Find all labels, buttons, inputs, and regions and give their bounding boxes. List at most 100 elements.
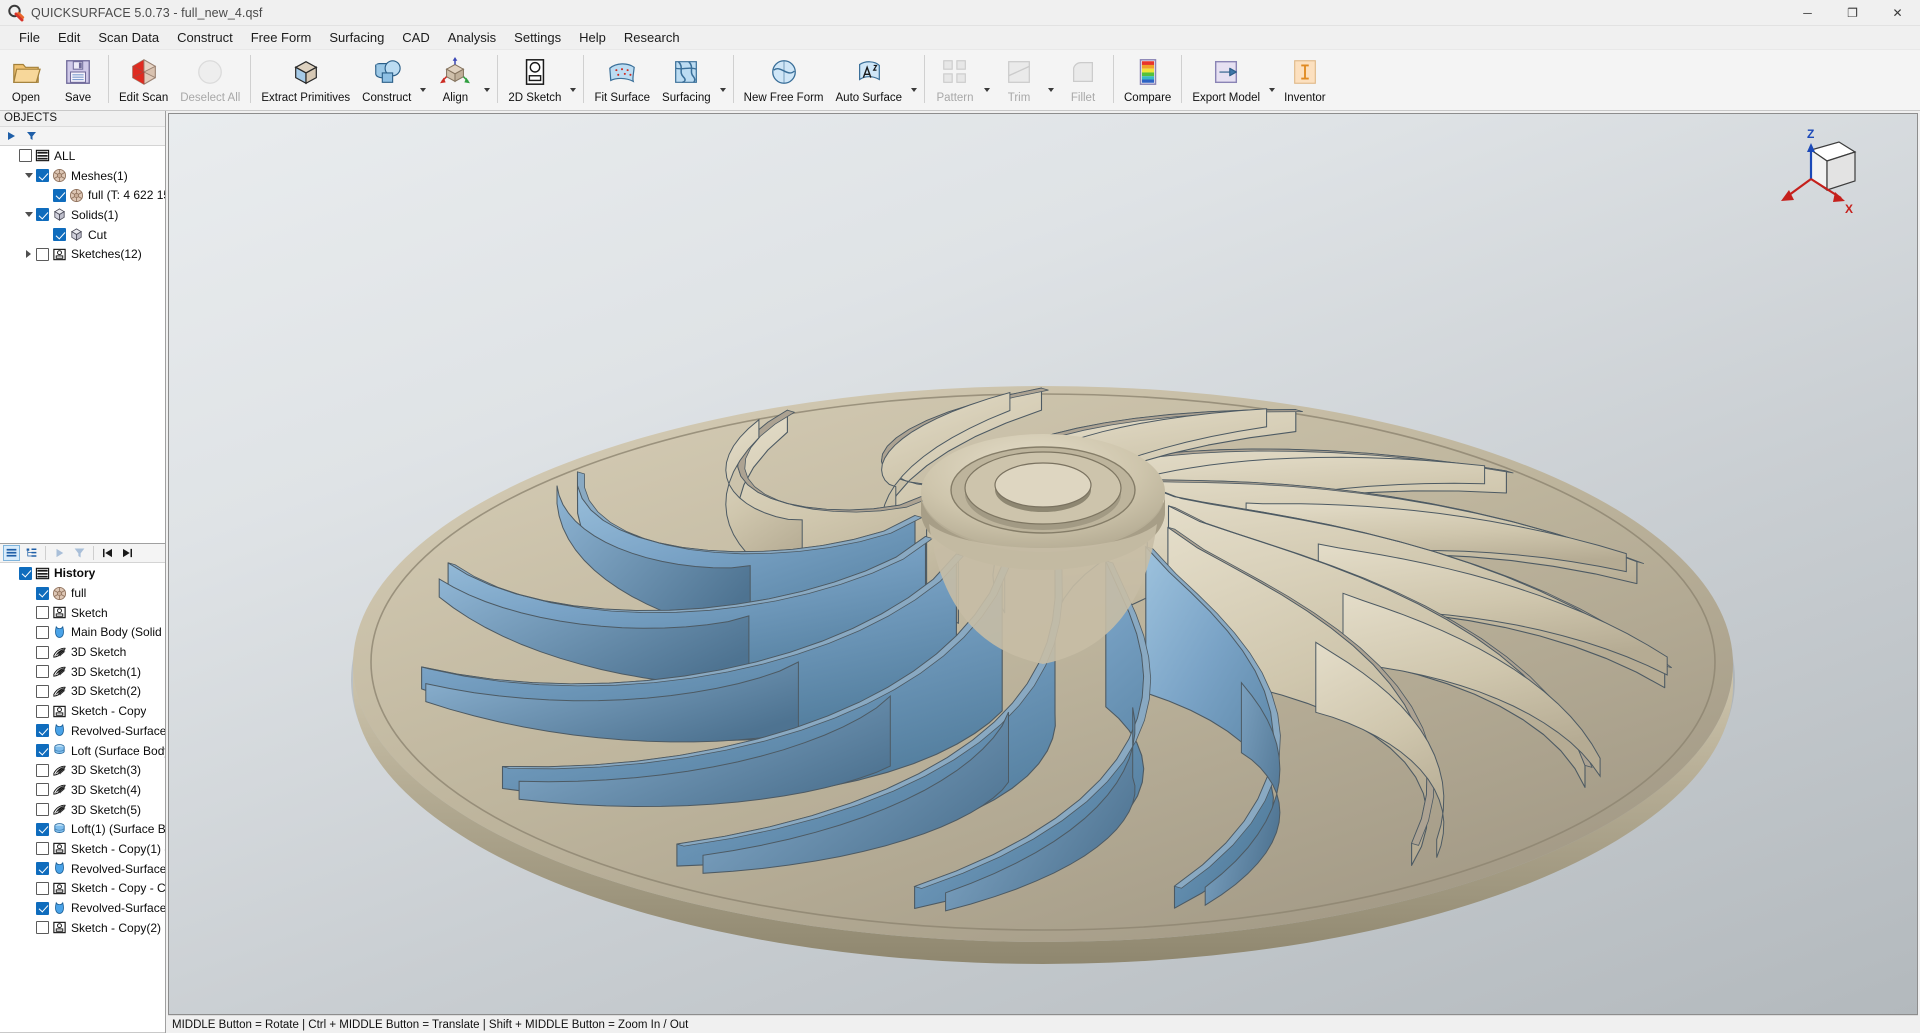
tree-checkbox[interactable] — [53, 228, 66, 242]
tree-checkbox[interactable] — [36, 169, 49, 183]
tree-row[interactable]: 3D Sketch(2) — [0, 682, 165, 702]
tree-checkbox[interactable] — [19, 149, 32, 163]
tree-expander-collapsed[interactable] — [21, 245, 36, 264]
tree-checkbox[interactable] — [36, 901, 49, 915]
tree-row[interactable]: ALL — [0, 146, 165, 166]
menu-item-scan-data[interactable]: Scan Data — [89, 27, 168, 49]
menu-item-help[interactable]: Help — [570, 27, 615, 49]
tree-view-button[interactable] — [23, 545, 40, 561]
impeller-model[interactable] — [169, 114, 1917, 1014]
tree-checkbox[interactable] — [36, 744, 49, 757]
tree-checkbox[interactable] — [36, 704, 49, 718]
menu-item-free-form[interactable]: Free Form — [242, 27, 321, 49]
tree-expander-open[interactable] — [21, 166, 36, 185]
tree-row[interactable]: full — [0, 583, 165, 603]
tree-row[interactable]: Revolved-Surface(4) (S — [0, 898, 165, 918]
tree-checkbox[interactable] — [36, 822, 49, 836]
expand-all-button[interactable] — [3, 128, 20, 144]
tree-row[interactable]: full (T: 4 622 158) — [0, 185, 165, 205]
ribbon-button-align[interactable]: Align — [429, 52, 481, 108]
tree-row[interactable]: Loft (Surface Body) — [0, 741, 165, 761]
tree-row[interactable]: 3D Sketch(3) — [0, 760, 165, 780]
ribbon-button-compare[interactable]: Compare — [1118, 52, 1177, 108]
tree-row[interactable]: Loft(1) (Surface Body) — [0, 819, 165, 839]
tree-checkbox[interactable] — [36, 625, 49, 639]
chevron-down-icon[interactable] — [717, 52, 729, 108]
ribbon-button-fit-surface[interactable]: Fit Surface — [588, 52, 656, 108]
tree-checkbox[interactable] — [36, 803, 49, 817]
tree-row[interactable]: Solids(1) — [0, 205, 165, 225]
3d-viewport[interactable]: Z X — [168, 113, 1918, 1015]
tree-checkbox[interactable] — [36, 842, 49, 856]
list-view-button[interactable] — [3, 545, 20, 562]
ribbon-button-edit-scan[interactable]: Edit Scan — [113, 52, 174, 108]
ribbon-button-new-free-form[interactable]: New Free Form — [738, 52, 830, 108]
menu-item-cad[interactable]: CAD — [393, 27, 438, 49]
tree-row[interactable]: Sketch — [0, 603, 165, 623]
tree-checkbox[interactable] — [36, 763, 49, 777]
ribbon-button-inventor[interactable]: Inventor — [1278, 52, 1332, 108]
tree-row[interactable]: Sketch - Copy(1) - Cop — [0, 839, 165, 859]
view-orientation-cube[interactable]: Z X — [1771, 127, 1861, 220]
chevron-down-icon[interactable] — [417, 52, 429, 108]
close-button[interactable]: ✕ — [1875, 0, 1920, 26]
chevron-down-icon[interactable] — [481, 52, 493, 108]
chevron-down-icon[interactable] — [981, 52, 993, 108]
tree-row[interactable]: Sketch - Copy(2) — [0, 918, 165, 938]
menu-item-edit[interactable]: Edit — [49, 27, 89, 49]
tree-checkbox[interactable] — [36, 783, 49, 797]
tree-row[interactable]: Sketches(12) — [0, 244, 165, 264]
ribbon-button-auto-surface[interactable]: Auto Surface — [830, 52, 908, 108]
chevron-down-icon[interactable] — [1045, 52, 1057, 108]
minimize-button[interactable]: ─ — [1785, 0, 1830, 26]
tree-checkbox[interactable] — [53, 188, 66, 202]
menu-item-file[interactable]: File — [10, 27, 49, 49]
rewind-button[interactable] — [99, 545, 116, 561]
ribbon-button-export-model[interactable]: Export Model — [1186, 52, 1266, 108]
menu-item-analysis[interactable]: Analysis — [439, 27, 505, 49]
tree-checkbox[interactable] — [36, 684, 49, 698]
ribbon-button-2d-sketch[interactable]: 2D Sketch — [502, 52, 567, 108]
tree-row[interactable]: Revolved-Surface(1) (S — [0, 721, 165, 741]
tree-row[interactable]: History — [0, 563, 165, 583]
tree-checkbox[interactable] — [36, 665, 49, 679]
history-tree[interactable]: History full Sketch Main Body (Solid Body 3D… — [0, 563, 165, 1033]
tree-row[interactable]: Revolved-Surface(3) (S — [0, 859, 165, 879]
menu-item-research[interactable]: Research — [615, 27, 689, 49]
tree-checkbox[interactable] — [36, 606, 49, 620]
tree-checkbox[interactable] — [19, 566, 32, 580]
tree-row[interactable]: Meshes(1) — [0, 166, 165, 186]
menu-item-construct[interactable]: Construct — [168, 27, 242, 49]
tree-checkbox[interactable] — [36, 208, 49, 222]
tree-row[interactable]: Cut — [0, 225, 165, 245]
ribbon-button-surfacing[interactable]: Surfacing — [656, 52, 717, 108]
ribbon-button-open[interactable]: Open — [0, 52, 52, 108]
forward-button[interactable] — [119, 545, 136, 561]
chevron-down-icon[interactable] — [1266, 52, 1278, 108]
tree-checkbox[interactable] — [36, 645, 49, 659]
tree-checkbox[interactable] — [36, 862, 49, 876]
tree-checkbox[interactable] — [36, 881, 49, 895]
menu-item-settings[interactable]: Settings — [505, 27, 570, 49]
ribbon-button-extract-primitives[interactable]: Extract Primitives — [255, 52, 356, 108]
tree-row[interactable]: Sketch - Copy — [0, 701, 165, 721]
tree-row[interactable]: 3D Sketch — [0, 642, 165, 662]
chevron-down-icon[interactable] — [908, 52, 920, 108]
tree-checkbox[interactable] — [36, 586, 49, 600]
filter-funnel-button[interactable] — [23, 128, 40, 144]
tree-row[interactable]: Main Body (Solid Body — [0, 623, 165, 643]
chevron-down-icon[interactable] — [567, 52, 579, 108]
tree-row[interactable]: Sketch - Copy - Copy — [0, 878, 165, 898]
tree-checkbox[interactable] — [36, 724, 49, 738]
objects-tree[interactable]: ALL Meshes(1) full (T: 4 622 158) Solids(1)… — [0, 146, 165, 545]
ribbon-button-construct[interactable]: Construct — [356, 52, 417, 108]
tree-row[interactable]: 3D Sketch(5) — [0, 800, 165, 820]
tree-row[interactable]: 3D Sketch(4) — [0, 780, 165, 800]
tree-row[interactable]: 3D Sketch(1) — [0, 662, 165, 682]
ribbon-button-save[interactable]: Save — [52, 52, 104, 108]
maximize-button[interactable]: ❐ — [1830, 0, 1875, 26]
menu-item-surfacing[interactable]: Surfacing — [320, 27, 393, 49]
tree-checkbox[interactable] — [36, 921, 49, 935]
tree-checkbox[interactable] — [36, 247, 49, 261]
tree-expander-open[interactable] — [21, 205, 36, 224]
